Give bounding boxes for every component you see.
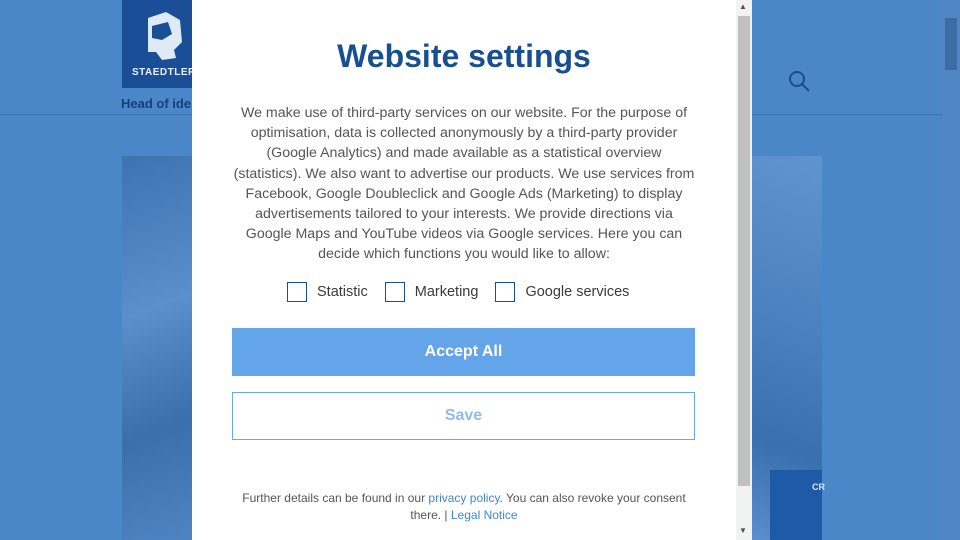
hero-image-left bbox=[122, 156, 192, 540]
dialog-description: We make use of third-party services on o… bbox=[233, 105, 695, 263]
dialog-scrollbar[interactable]: ▲ ▼ bbox=[736, 0, 752, 540]
logo-text: STAEDTLER bbox=[132, 67, 196, 78]
dialog-scroll-thumb[interactable] bbox=[738, 16, 750, 486]
legal-notice-link[interactable]: Legal Notice bbox=[451, 508, 518, 522]
privacy-policy-link[interactable]: privacy policy bbox=[428, 491, 499, 505]
scroll-up-icon[interactable]: ▲ bbox=[739, 2, 747, 11]
scroll-down-icon[interactable]: ▼ bbox=[739, 526, 747, 535]
marketing-checkbox[interactable] bbox=[384, 282, 405, 302]
accept-all-button[interactable]: Accept All bbox=[232, 328, 695, 376]
google-services-label: Google services bbox=[525, 284, 630, 300]
save-button[interactable]: Save bbox=[232, 392, 695, 440]
google-services-checkbox[interactable] bbox=[495, 282, 516, 302]
page-scroll-thumb[interactable] bbox=[945, 18, 957, 70]
page-scrollbar[interactable] bbox=[942, 0, 960, 540]
dialog-title: Website settings bbox=[337, 38, 591, 74]
statistic-label: Statistic bbox=[317, 284, 368, 300]
tagline: Head of ide bbox=[121, 96, 192, 111]
option-marketing[interactable]: Marketing bbox=[384, 282, 479, 302]
search-icon[interactable] bbox=[788, 70, 812, 99]
marketing-label: Marketing bbox=[414, 284, 479, 300]
option-google-services[interactable]: Google services bbox=[495, 282, 629, 302]
dialog-footer: Further details can be found in our priv… bbox=[232, 490, 696, 524]
product-pack-image bbox=[770, 470, 822, 540]
product-pack-text: CR bbox=[812, 482, 825, 492]
consent-options: Statistic Marketing Google services bbox=[287, 282, 646, 302]
statistic-checkbox[interactable] bbox=[287, 282, 307, 302]
cookie-settings-dialog: Website settings We make use of third-pa… bbox=[192, 0, 752, 540]
footer-prefix: Further details can be found in our bbox=[242, 491, 429, 505]
option-statistic[interactable]: Statistic bbox=[287, 282, 368, 302]
